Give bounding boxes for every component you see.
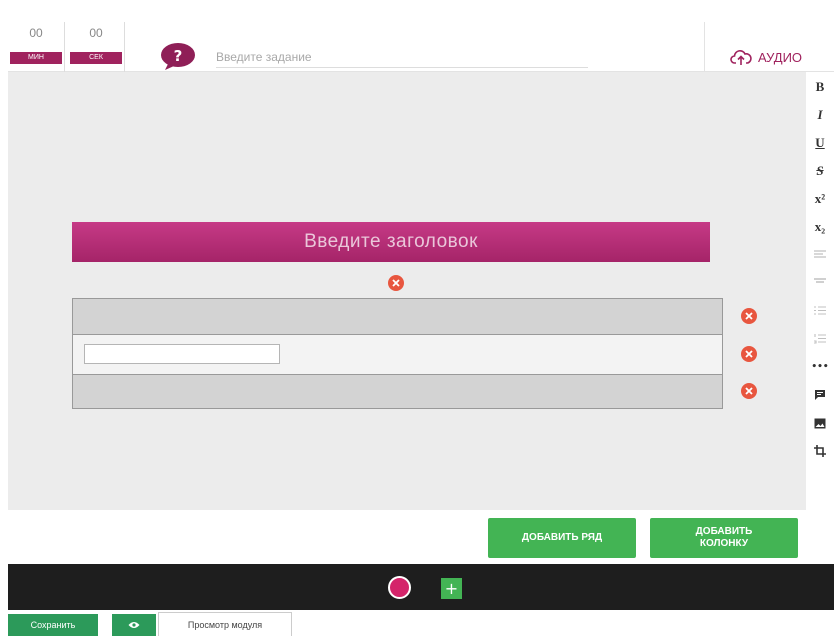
underline-icon: U [815, 135, 825, 150]
delete-row-button[interactable] [741, 383, 757, 399]
preview-tab[interactable]: Просмотр модуля [158, 612, 292, 636]
comment-icon [815, 390, 825, 400]
action-bar: ДОБАВИТЬ РЯД ДОБАВИТЬ КОЛОНКУ [8, 510, 834, 564]
crop-icon [814, 445, 826, 457]
crop-button[interactable] [806, 438, 834, 464]
add-row-button[interactable]: ДОБАВИТЬ РЯД [488, 518, 636, 558]
timer-minutes: 00 МИН [8, 22, 65, 74]
image-icon [814, 418, 826, 428]
align-center-button[interactable] [806, 270, 834, 296]
more-button[interactable]: ••• [806, 354, 834, 380]
task-input[interactable] [216, 46, 588, 68]
title-input[interactable]: Введите заголовок [72, 222, 710, 262]
table-row[interactable] [73, 375, 722, 408]
audio-button[interactable]: АУДИО [730, 42, 802, 72]
bullet-list-icon [814, 306, 826, 315]
bold-icon: B [815, 79, 825, 94]
align-left-button[interactable] [806, 242, 834, 268]
underline-button[interactable]: U [806, 130, 834, 156]
close-icon [745, 387, 753, 395]
seconds-label: СЕК [70, 52, 122, 64]
add-slide-button[interactable]: + [441, 578, 462, 599]
slide-controls: + [8, 564, 834, 610]
plus-icon: + [444, 579, 459, 598]
bullet-list-button[interactable] [806, 298, 834, 324]
minutes-label: МИН [10, 52, 62, 64]
minutes-value: 00 [29, 26, 43, 40]
audio-divider [704, 22, 705, 74]
superscript-button[interactable]: x² [806, 186, 834, 212]
table [72, 298, 723, 409]
table-row[interactable] [73, 299, 722, 335]
format-toolbar: B I U S x² x₂ ••• [806, 72, 834, 510]
app-frame: 00 МИН 00 СЕК ? АУДИО Введите заголовок [0, 0, 837, 636]
eye-icon [128, 622, 140, 628]
save-button[interactable]: Сохранить [8, 614, 98, 636]
question-icon: ? [161, 43, 195, 70]
header: 00 МИН 00 СЕК ? АУДИО [8, 12, 834, 74]
timer-seconds: 00 СЕК [68, 22, 125, 74]
preview-toggle[interactable] [112, 614, 156, 636]
seconds-value: 00 [89, 26, 103, 40]
cell-input[interactable] [84, 344, 280, 364]
audio-label: АУДИО [758, 49, 803, 65]
add-column-label: ДОБАВИТЬ КОЛОНКУ [695, 526, 753, 549]
image-button[interactable] [806, 410, 834, 436]
strikethrough-button[interactable]: S [806, 158, 834, 184]
subscript-button[interactable]: x₂ [806, 214, 834, 240]
table-row[interactable] [73, 335, 722, 375]
color-picker[interactable] [388, 576, 411, 599]
add-column-button[interactable]: ДОБАВИТЬ КОЛОНКУ [650, 518, 798, 558]
align-left-icon [814, 250, 826, 258]
editor-area: Введите заголовок [8, 72, 806, 510]
bold-button[interactable]: B [806, 74, 834, 100]
more-icon: ••• [811, 362, 829, 372]
bottom-bar: Сохранить Просмотр модуля [0, 610, 837, 636]
subscript-icon: x₂ [814, 219, 826, 234]
numbered-list-icon [814, 334, 826, 344]
strikethrough-icon: S [816, 163, 824, 178]
numbered-list-button[interactable] [806, 326, 834, 352]
close-icon [392, 279, 400, 287]
delete-row-button[interactable] [741, 308, 757, 324]
close-icon [745, 312, 753, 320]
svg-text:?: ? [174, 47, 183, 65]
title-placeholder: Введите заголовок [304, 231, 478, 252]
delete-row-button[interactable] [741, 346, 757, 362]
italic-icon: I [817, 107, 823, 122]
superscript-icon: x² [814, 191, 826, 206]
close-icon [745, 350, 753, 358]
italic-button[interactable]: I [806, 102, 834, 128]
comment-button[interactable] [806, 382, 834, 408]
cloud-upload-icon [730, 50, 752, 65]
align-center-icon [814, 278, 826, 283]
delete-column-button[interactable] [388, 275, 404, 291]
